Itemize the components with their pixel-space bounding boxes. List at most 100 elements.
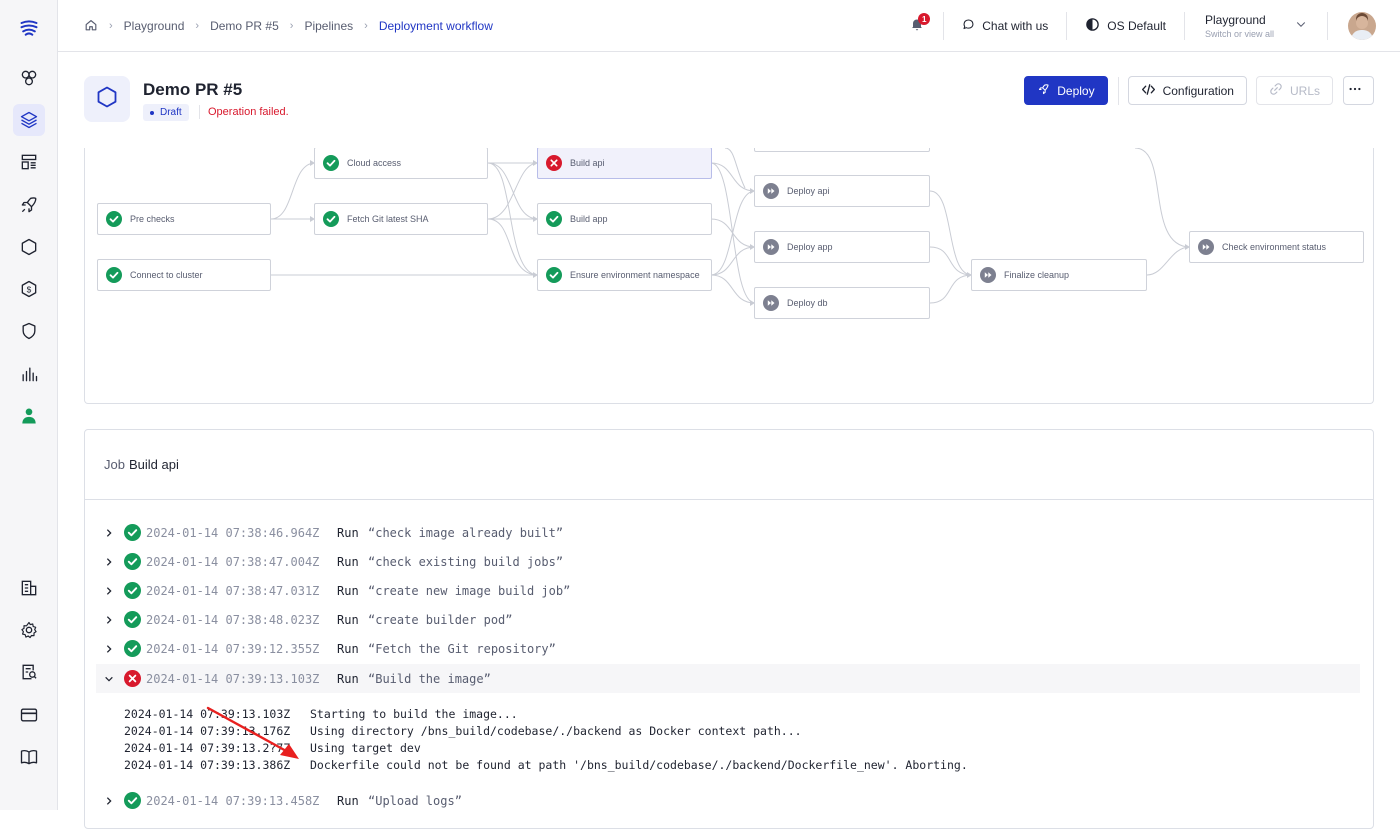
topbar: › Playground › Demo PR #5 › Pipelines › … (58, 0, 1400, 52)
log-step-command: “create new image build job” (368, 583, 571, 598)
check-circle-icon (546, 267, 562, 283)
rocket-icon (1037, 83, 1057, 99)
notification-count-badge: 1 (918, 13, 931, 25)
layers-icon[interactable] (13, 104, 45, 136)
chevron-right-icon[interactable] (98, 557, 120, 567)
credit-card-icon[interactable] (13, 699, 45, 731)
pipeline-node-label: Build api (570, 158, 605, 168)
error-circle-icon (546, 155, 562, 171)
chevron-right-icon[interactable] (98, 796, 120, 806)
svg-text:$: $ (27, 284, 32, 294)
chevron-right-icon[interactable] (98, 586, 120, 596)
log-output-timestamp: 2024-01-14 07:39:13.386Z (124, 758, 291, 772)
gear-icon[interactable] (13, 614, 45, 646)
log-step-row[interactable]: 2024-01-14 07:39:13.458Z Run “Upload log… (96, 786, 1360, 815)
chevron-right-icon[interactable] (98, 644, 120, 654)
check-circle-icon (323, 211, 339, 227)
log-output-line: 2024-01-14 07:39:13.176Z Using directory… (124, 724, 968, 741)
avatar[interactable] (1348, 12, 1376, 40)
urls-button[interactable]: URLs (1255, 76, 1333, 105)
page-title: Demo PR #5 (143, 80, 243, 99)
log-step-row[interactable]: 2024-01-14 07:38:46.964Z Run “check imag… (96, 518, 1360, 547)
pipeline-node-finalize-cleanup[interactable]: Finalize cleanup (971, 259, 1147, 291)
log-step-run-label: Run (337, 793, 359, 808)
log-output-line: 2024-01-14 07:39:13.103Z Starting to bui… (124, 707, 968, 724)
log-step-run-label: Run (337, 583, 359, 598)
hexagon-icon[interactable] (13, 231, 45, 263)
chevron-right-icon: › (364, 20, 368, 32)
users-icon[interactable] (13, 400, 45, 432)
pipeline-node-label: Fetch Git latest SHA (347, 214, 429, 224)
chat-button[interactable]: Chat with us (944, 0, 1066, 52)
chevron-down-icon (1295, 17, 1307, 35)
log-step-row[interactable]: 2024-01-14 07:39:12.355Z Run “Fetch the … (96, 634, 1360, 663)
configuration-button[interactable]: Configuration (1127, 76, 1247, 105)
organization-switcher[interactable]: Playground Switch or view all (1185, 0, 1327, 52)
templates-icon[interactable] (13, 146, 45, 178)
environment-icon-box (84, 76, 130, 122)
notifications-button[interactable]: 1 (897, 0, 937, 52)
pipeline-node-cloud-access[interactable]: Cloud access (314, 148, 488, 179)
log-step-command: “check image already built” (368, 525, 564, 540)
log-step-timestamp: 2024-01-14 07:38:48.023Z (146, 612, 320, 627)
book-icon[interactable] (13, 741, 45, 773)
dollar-icon[interactable]: $ (13, 273, 45, 305)
log-output-timestamp: 2024-01-14 07:39:13.103Z (124, 707, 291, 721)
chevron-right-icon: › (109, 20, 113, 32)
pipeline-node-ensure-namespace[interactable]: Ensure environment namespace (537, 259, 712, 291)
pipeline-node-check-environment-status[interactable]: Check environment status (1189, 231, 1364, 263)
pipeline-node-deploy-db[interactable]: Deploy db (754, 287, 930, 319)
log-step-timestamp: 2024-01-14 07:38:47.004Z (146, 554, 320, 569)
log-step-timestamp: 2024-01-14 07:39:13.458Z (146, 793, 320, 808)
pipeline-node-build-api[interactable]: Build api (537, 148, 712, 179)
chevron-right-icon[interactable] (98, 528, 120, 538)
pipeline-node-fetch-git-sha[interactable]: Fetch Git latest SHA (314, 203, 488, 235)
breadcrumb-item-organization[interactable]: Playground (124, 19, 185, 33)
chevron-right-icon: › (195, 20, 200, 32)
pipeline-node-label: Deploy db (787, 298, 828, 308)
pipeline-edges (270, 148, 1191, 306)
log-step-row[interactable]: 2024-01-14 07:38:47.004Z Run “check exis… (96, 547, 1360, 576)
audit-icon[interactable] (13, 656, 45, 688)
log-step-row-expanded[interactable]: 2024-01-14 07:39:13.103Z Run “Build the … (96, 664, 1360, 693)
deploy-button[interactable]: Deploy (1024, 76, 1108, 105)
chevron-right-icon[interactable] (98, 615, 120, 625)
pipeline-graph: Pre checks Connect to cluster Cloud acce… (84, 148, 1374, 404)
pipeline-node-hidden[interactable] (754, 148, 930, 152)
code-icon (1141, 82, 1163, 100)
log-output-message: Dockerfile could not be found at path '/… (310, 758, 968, 772)
more-actions-button[interactable] (1343, 76, 1374, 105)
services-icon[interactable] (13, 62, 45, 94)
rocket-icon[interactable] (13, 189, 45, 221)
pipeline-node-label: Cloud access (347, 158, 402, 168)
log-step-row[interactable]: 2024-01-14 07:38:47.031Z Run “create new… (96, 576, 1360, 605)
shield-icon[interactable] (13, 315, 45, 347)
pipeline-node-pre-checks[interactable]: Pre checks (97, 203, 271, 235)
pipeline-node-label: Finalize cleanup (1004, 270, 1070, 280)
building-icon[interactable] (13, 572, 45, 604)
organization-switch-hint: Switch or view all (1205, 29, 1275, 39)
pipeline-node-deploy-app[interactable]: Deploy app (754, 231, 930, 263)
status-badge: Draft (143, 104, 189, 121)
logo-icon[interactable] (13, 12, 45, 44)
check-circle-icon (124, 582, 141, 599)
pipeline-node-connect-to-cluster[interactable]: Connect to cluster (97, 259, 271, 291)
log-step-timestamp: 2024-01-14 07:39:13.103Z (146, 671, 320, 686)
breadcrumb-item-environment[interactable]: Demo PR #5 (210, 19, 279, 33)
check-circle-icon (546, 211, 562, 227)
log-output-timestamp: 2024-01-14 07:39:13.2?7Z (124, 741, 291, 755)
pipeline-node-deploy-api[interactable]: Deploy api (754, 175, 930, 207)
urls-label: URLs (1289, 83, 1320, 98)
theme-toggle[interactable]: OS Default (1067, 0, 1184, 52)
link-icon (1269, 82, 1290, 99)
environment-header: Demo PR #5 Draft Operation failed. Deplo… (84, 76, 1374, 126)
log-step-row[interactable]: 2024-01-14 07:38:48.023Z Run “create bui… (96, 605, 1360, 634)
header-actions: Deploy Configuration URLs (1015, 76, 1374, 105)
breadcrumb-item-current[interactable]: Deployment workflow (379, 19, 493, 33)
pipeline-node-label: Connect to cluster (130, 270, 203, 280)
home-icon[interactable] (84, 18, 98, 35)
chart-icon[interactable] (13, 358, 45, 390)
pipeline-node-build-app[interactable]: Build app (537, 203, 712, 235)
breadcrumb-item-pipelines[interactable]: Pipelines (304, 19, 353, 33)
chevron-down-icon[interactable] (98, 674, 120, 684)
